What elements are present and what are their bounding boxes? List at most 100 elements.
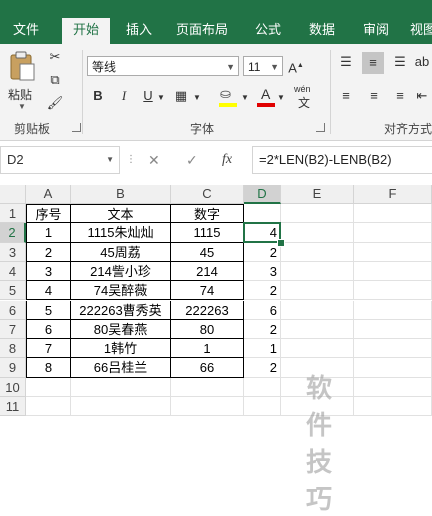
bold-button[interactable]: B — [90, 88, 106, 104]
table-cell[interactable] — [281, 319, 354, 340]
insert-function-icon[interactable]: fx — [222, 146, 232, 174]
table-cell[interactable] — [244, 204, 281, 224]
row-header[interactable]: 9 — [0, 358, 26, 378]
table-cell[interactable]: 214 — [171, 261, 244, 282]
table-cell[interactable] — [281, 261, 354, 282]
column-header-c[interactable]: C — [171, 185, 244, 204]
row-header[interactable]: 2 — [0, 223, 26, 243]
decrease-indent-icon[interactable]: ⇤ — [414, 88, 430, 104]
fill-handle[interactable] — [277, 238, 285, 247]
table-cell[interactable]: 1韩竹 — [71, 339, 171, 359]
table-cell[interactable] — [281, 204, 354, 224]
align-left-icon[interactable]: ≡ — [336, 88, 356, 104]
tab-home[interactable]: 开始 — [62, 18, 110, 44]
table-cell[interactable]: 6 — [26, 319, 71, 340]
table-cell[interactable]: 序号 — [26, 204, 71, 224]
select-all-corner[interactable] — [0, 185, 26, 204]
align-center-icon[interactable]: ≡ — [364, 88, 384, 104]
table-cell[interactable]: 6 — [244, 300, 281, 320]
table-cell[interactable]: 80 — [171, 319, 244, 340]
table-cell[interactable] — [244, 397, 281, 417]
table-cell[interactable]: 1 — [244, 339, 281, 359]
orientation-icon[interactable]: ab — [414, 54, 430, 70]
table-cell[interactable] — [281, 223, 354, 243]
table-cell[interactable] — [281, 281, 354, 301]
table-cell[interactable] — [354, 397, 432, 417]
table-cell[interactable]: 2 — [244, 242, 281, 262]
row-header[interactable]: 10 — [0, 377, 26, 397]
row-header[interactable]: 1 — [0, 204, 26, 224]
table-cell[interactable] — [354, 261, 432, 282]
font-launcher-icon[interactable] — [316, 123, 325, 132]
formula-input[interactable]: =2*LEN(B2)-LENB(B2) — [252, 146, 432, 174]
table-cell[interactable]: 214訾小珍 — [71, 261, 171, 282]
chevron-down-icon[interactable]: ▼ — [192, 90, 202, 106]
table-cell[interactable]: 80吴春燕 — [71, 319, 171, 340]
tab-insert[interactable]: 插入 — [116, 16, 162, 44]
table-cell[interactable] — [354, 204, 432, 224]
chevron-down-icon[interactable]: ▼ — [240, 90, 250, 106]
table-cell[interactable] — [354, 319, 432, 340]
row-header[interactable]: 5 — [0, 281, 26, 301]
table-cell[interactable] — [354, 281, 432, 301]
name-box[interactable]: D2 ▼ — [0, 146, 120, 174]
table-cell[interactable]: 数字 — [171, 204, 244, 224]
table-cell[interactable]: 66 — [171, 358, 244, 378]
fill-color-button[interactable]: ⛀ — [218, 86, 238, 108]
tab-data[interactable]: 数据 — [302, 16, 342, 44]
table-cell[interactable]: 222263曹秀英 — [71, 300, 171, 320]
table-cell[interactable]: 222263 — [171, 300, 244, 320]
chevron-down-icon[interactable]: ▼ — [276, 90, 286, 106]
align-top-icon[interactable]: ☰ — [336, 54, 356, 70]
table-cell[interactable]: 45 — [171, 242, 244, 262]
table-cell[interactable] — [354, 242, 432, 262]
table-cell[interactable] — [171, 397, 244, 417]
format-painter-icon[interactable]: 🖌 — [46, 95, 64, 111]
clipboard-launcher-icon[interactable] — [72, 123, 81, 132]
table-cell[interactable]: 8 — [26, 358, 71, 378]
table-cell[interactable]: 3 — [26, 261, 71, 282]
tab-page-layout[interactable]: 页面布局 — [170, 16, 234, 44]
tab-review[interactable]: 审阅 — [356, 16, 396, 44]
table-cell[interactable]: 2 — [244, 281, 281, 301]
italic-button[interactable]: I — [116, 88, 132, 104]
tab-formulas[interactable]: 公式 — [248, 16, 288, 44]
font-size-combo[interactable]: 11 ▼ — [243, 56, 283, 76]
align-bottom-icon[interactable]: ☰ — [390, 54, 410, 70]
table-cell[interactable] — [71, 397, 171, 417]
table-cell[interactable]: 5 — [26, 300, 71, 320]
table-cell[interactable] — [171, 377, 244, 397]
tab-file[interactable]: 文件 — [4, 16, 48, 44]
table-cell[interactable]: 1115朱灿灿 — [71, 223, 171, 243]
table-cell[interactable] — [71, 377, 171, 397]
phonetic-guide-button[interactable]: wén 文 — [294, 84, 318, 110]
copy-icon[interactable]: ⧉ — [46, 72, 64, 88]
cancel-icon[interactable]: ✕ — [148, 146, 160, 174]
table-cell[interactable]: 1115 — [171, 223, 244, 243]
font-color-button[interactable]: A — [256, 86, 276, 108]
table-cell[interactable]: 1 — [171, 339, 244, 359]
column-header-b[interactable]: B — [71, 185, 171, 204]
chevron-down-icon[interactable]: ▼ — [156, 90, 166, 106]
table-cell[interactable]: 4 — [26, 281, 71, 301]
table-cell[interactable]: 74吴醉薇 — [71, 281, 171, 301]
borders-icon[interactable]: ▦ — [172, 88, 190, 104]
enter-icon[interactable]: ✓ — [186, 146, 198, 174]
table-cell[interactable]: 文本 — [71, 204, 171, 224]
column-header-a[interactable]: A — [26, 185, 71, 204]
table-cell[interactable]: 45周荔 — [71, 242, 171, 262]
table-cell[interactable] — [354, 223, 432, 243]
table-cell[interactable] — [26, 377, 71, 397]
table-cell[interactable] — [244, 377, 281, 397]
table-cell[interactable]: 7 — [26, 339, 71, 359]
table-cell[interactable] — [354, 339, 432, 359]
row-header[interactable]: 11 — [0, 397, 26, 417]
row-header[interactable]: 3 — [0, 242, 26, 262]
column-header-e[interactable]: E — [281, 185, 354, 204]
cut-icon[interactable]: ✂ — [46, 49, 64, 65]
table-cell[interactable]: 74 — [171, 281, 244, 301]
font-name-combo[interactable]: 等线 ▼ — [87, 56, 239, 76]
table-cell[interactable] — [354, 300, 432, 320]
row-header[interactable]: 6 — [0, 300, 26, 320]
row-header[interactable]: 7 — [0, 319, 26, 340]
